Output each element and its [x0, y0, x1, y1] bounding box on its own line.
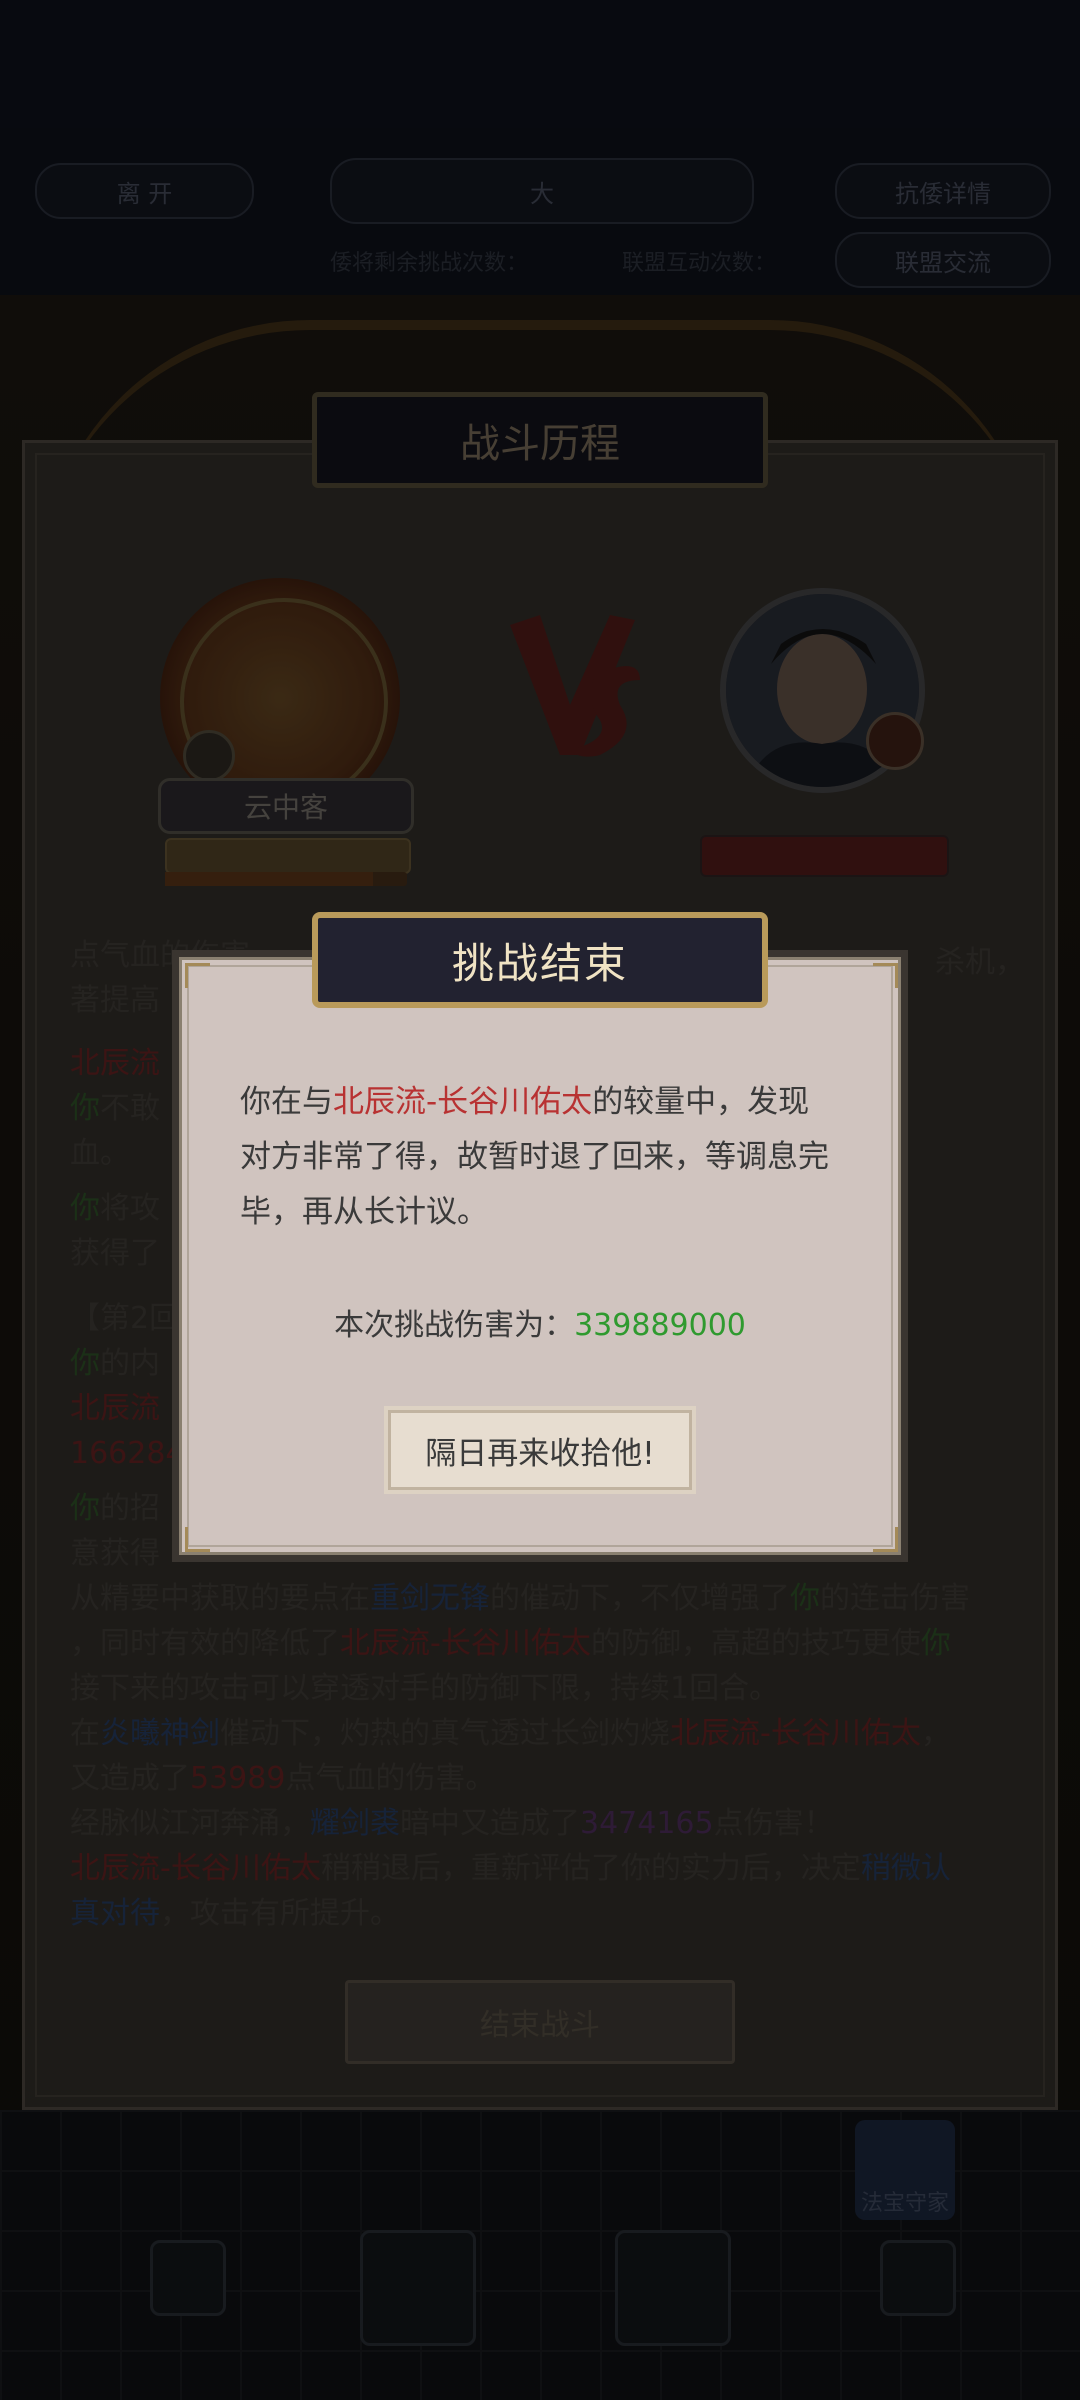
- dialog-title: 挑战结束: [312, 912, 768, 1008]
- corner-ornament: [185, 1527, 210, 1552]
- corner-ornament: [873, 963, 898, 988]
- corner-ornament: [873, 1527, 898, 1552]
- damage-summary: 本次挑战伤害为：339889000: [172, 1300, 908, 1344]
- damage-value: 339889000: [574, 1308, 746, 1343]
- enemy-name: 北辰流-长谷川佑太: [333, 1084, 593, 1120]
- retry-tomorrow-button[interactable]: 隔日再来收拾他!: [388, 1410, 692, 1490]
- dialog-message: 你在与北辰流-长谷川佑太的较量中，发现 对方非常了得，故暂时退了回来，等调息完 …: [240, 1084, 829, 1230]
- damage-label: 本次挑战伤害为：: [334, 1308, 575, 1343]
- corner-ornament: [185, 963, 210, 988]
